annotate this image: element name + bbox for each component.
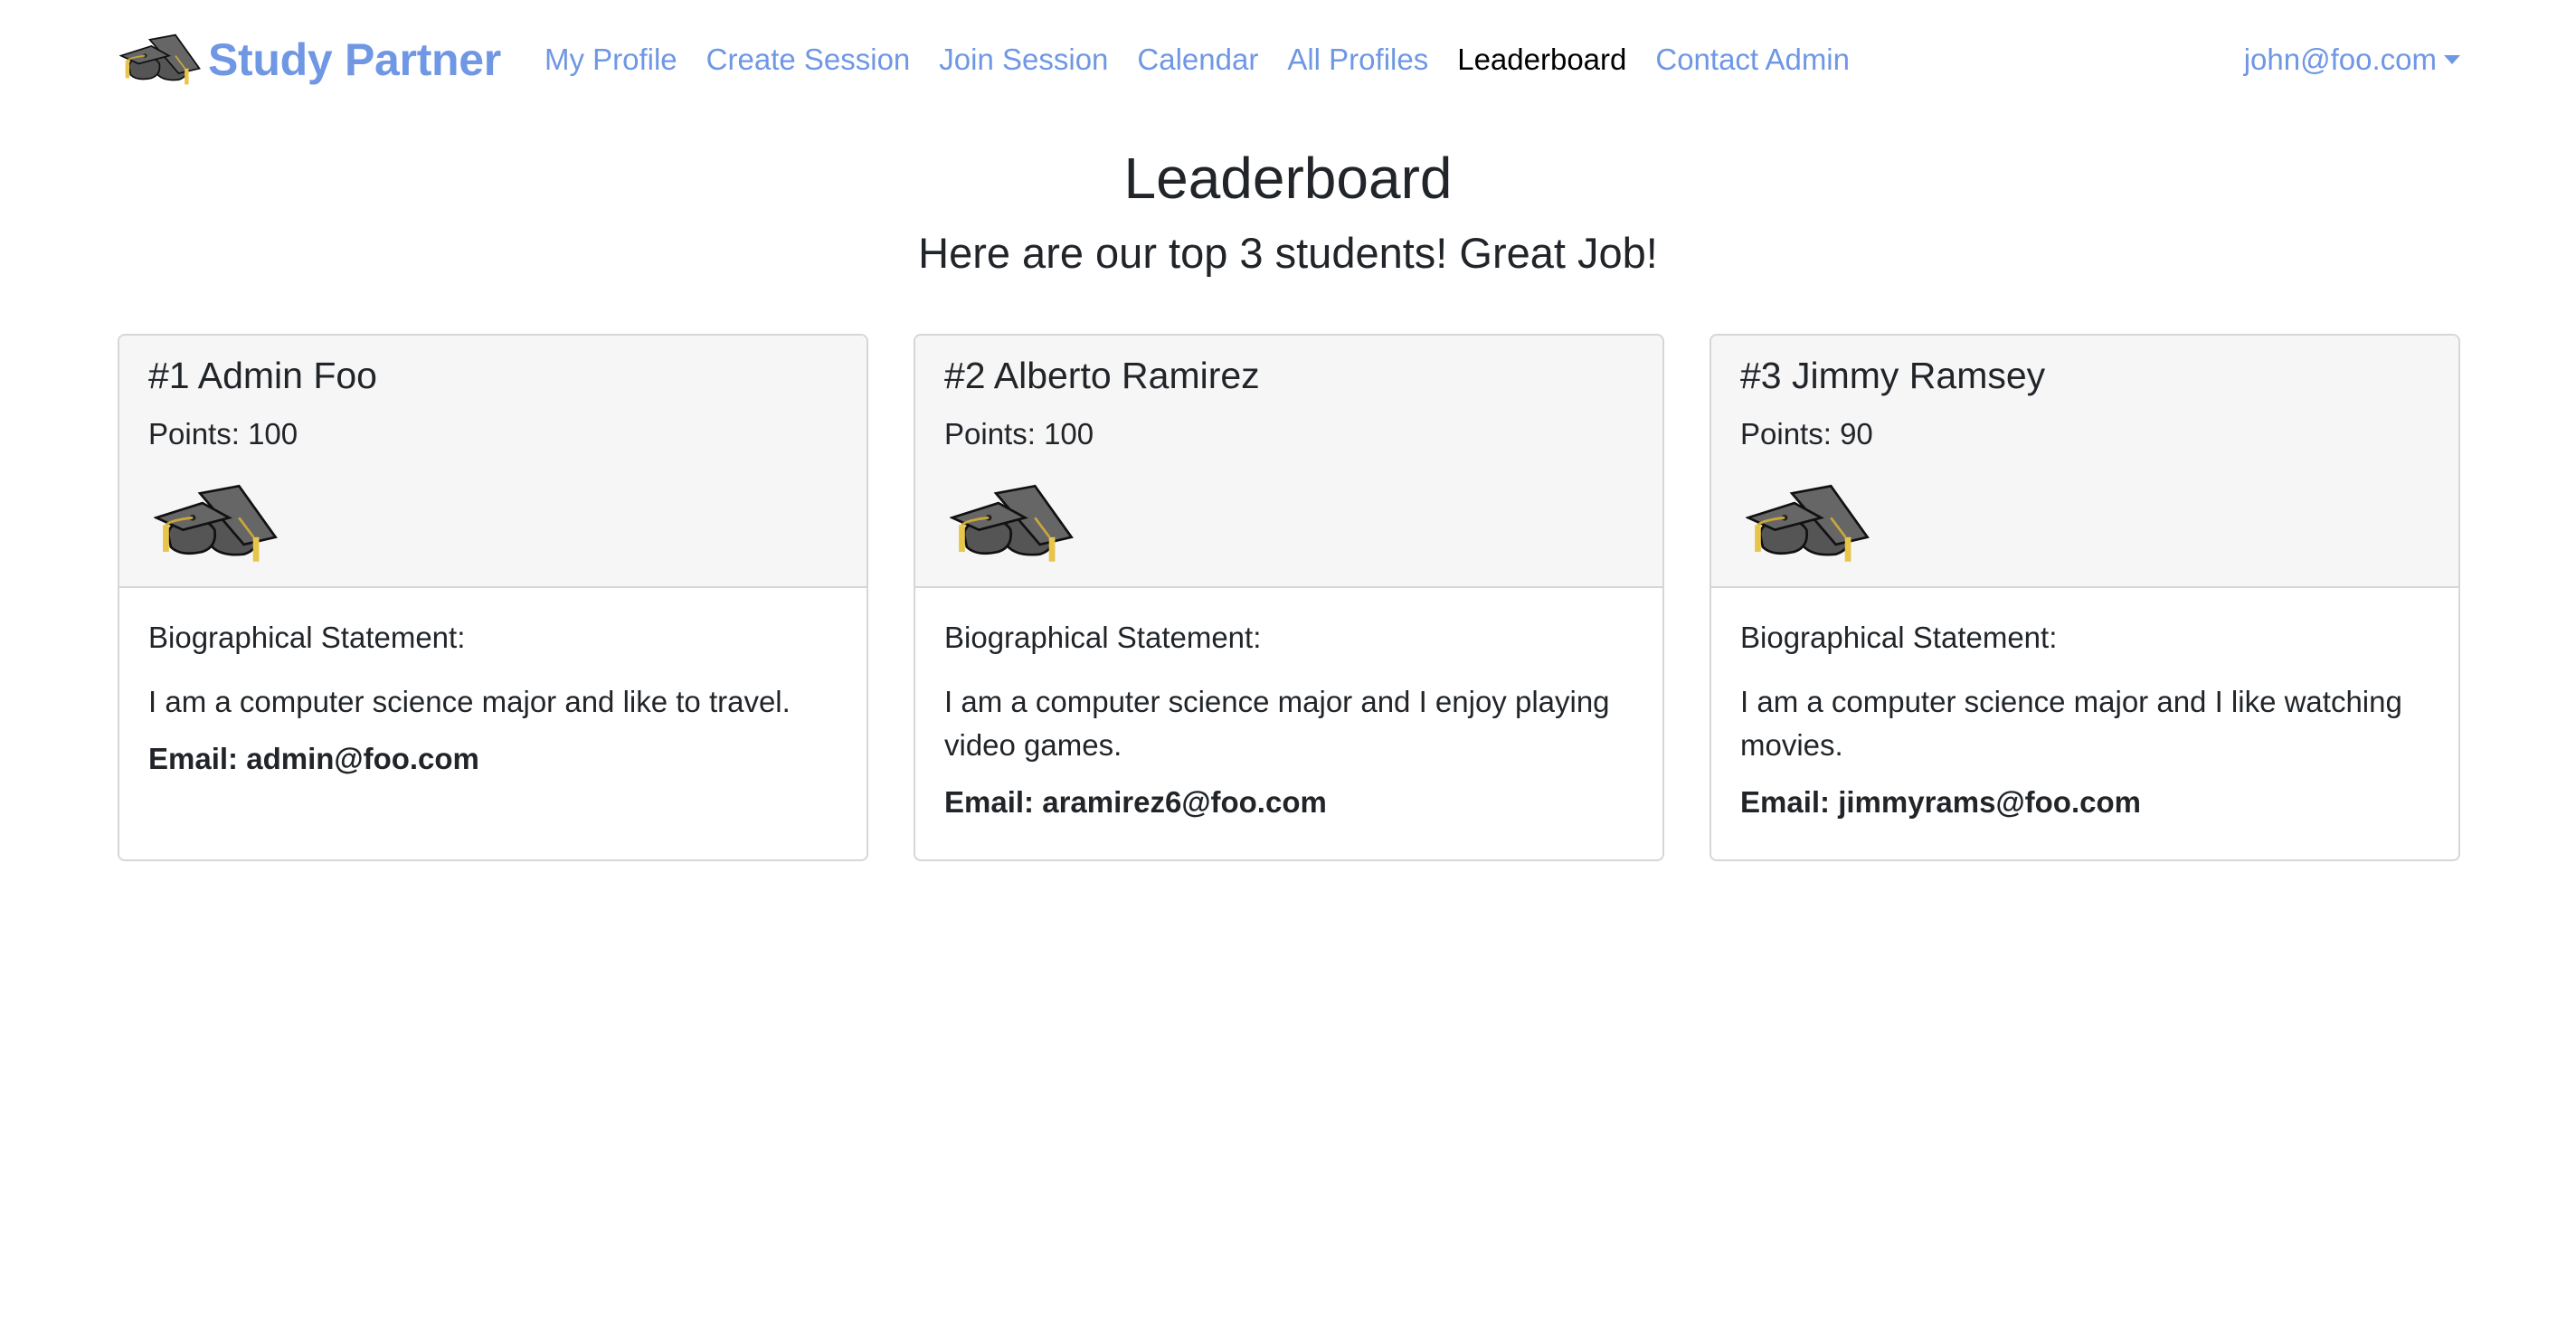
nav-contact-admin[interactable]: Contact Admin — [1655, 43, 1850, 77]
user-dropdown[interactable]: john@foo.com — [2244, 43, 2460, 77]
card-body: Biographical Statement: I am a computer … — [915, 588, 1662, 820]
points-value: 100 — [248, 417, 298, 451]
nav-all-profiles[interactable]: All Profiles — [1287, 43, 1428, 77]
bio-label: Biographical Statement: — [1740, 621, 2058, 654]
email-label: Email: — [1740, 785, 1831, 819]
graduation-caps-icon — [154, 480, 280, 567]
nav-create-session[interactable]: Create Session — [706, 43, 911, 77]
nav-calendar[interactable]: Calendar — [1137, 43, 1258, 77]
email-label: Email: — [944, 785, 1035, 819]
leader-points: Points: 100 — [148, 417, 838, 451]
leader-card: #1 Admin Foo Points: 100 Biographical St… — [118, 334, 868, 861]
leader-card: #2 Alberto Ramirez Points: 100 Biographi… — [914, 334, 1664, 861]
nav-my-profile[interactable]: My Profile — [545, 43, 677, 77]
navbar: Study Partner My Profile Create Session … — [119, 24, 2460, 96]
bio-text: I am a computer science major and I like… — [1740, 685, 2402, 762]
card-header: #1 Admin Foo Points: 100 — [119, 336, 867, 588]
leader-email: Email: jimmyrams@foo.com — [1740, 785, 2429, 820]
email-value: aramirez6@foo.com — [1042, 785, 1327, 819]
points-value: 100 — [1044, 417, 1094, 451]
points-label: Points: — [148, 417, 240, 451]
leader-points: Points: 100 — [944, 417, 1634, 451]
points-value: 90 — [1840, 417, 1873, 451]
leader-title: #1 Admin Foo — [148, 355, 377, 396]
page-title: Leaderboard — [1123, 146, 1453, 211]
page-subtitle: Here are our top 3 students! Great Job! — [918, 229, 1658, 277]
brand-name: Study Partner — [208, 34, 501, 85]
leader-title: #3 Jimmy Ramsey — [1740, 355, 2046, 396]
email-value: jimmyrams@foo.com — [1838, 785, 2141, 819]
brand-link[interactable]: Study Partner — [119, 32, 501, 88]
graduation-caps-icon — [119, 32, 203, 88]
leader-email: Email: aramirez6@foo.com — [944, 785, 1634, 820]
points-label: Points: — [1740, 417, 1832, 451]
nav-links: My Profile Create Session Join Session C… — [545, 43, 1879, 77]
leaderboard-cards: #1 Admin Foo Points: 100 Biographical St… — [118, 334, 2460, 861]
bio-text: I am a computer science major and like t… — [148, 685, 791, 718]
leader-card: #3 Jimmy Ramsey Points: 90 Biographical … — [1709, 334, 2460, 861]
graduation-caps-icon — [950, 480, 1076, 567]
leader-email: Email: admin@foo.com — [148, 742, 838, 776]
nav-leaderboard[interactable]: Leaderboard — [1457, 43, 1626, 77]
leader-points: Points: 90 — [1740, 417, 2429, 451]
email-label: Email: — [148, 742, 239, 775]
points-label: Points: — [944, 417, 1036, 451]
bio-text: I am a computer science major and I enjo… — [944, 685, 1610, 762]
card-header: #2 Alberto Ramirez Points: 100 — [915, 336, 1662, 588]
bio-label: Biographical Statement: — [148, 621, 466, 654]
leader-title: #2 Alberto Ramirez — [944, 355, 1260, 396]
card-body: Biographical Statement: I am a computer … — [1711, 588, 2458, 820]
nav-join-session[interactable]: Join Session — [939, 43, 1108, 77]
email-value: admin@foo.com — [246, 742, 479, 775]
bio-label: Biographical Statement: — [944, 621, 1262, 654]
graduation-caps-icon — [1746, 480, 1872, 567]
user-email: john@foo.com — [2243, 43, 2437, 76]
card-body: Biographical Statement: I am a computer … — [119, 588, 867, 776]
chevron-down-icon — [2444, 55, 2460, 64]
card-header: #3 Jimmy Ramsey Points: 90 — [1711, 336, 2458, 588]
